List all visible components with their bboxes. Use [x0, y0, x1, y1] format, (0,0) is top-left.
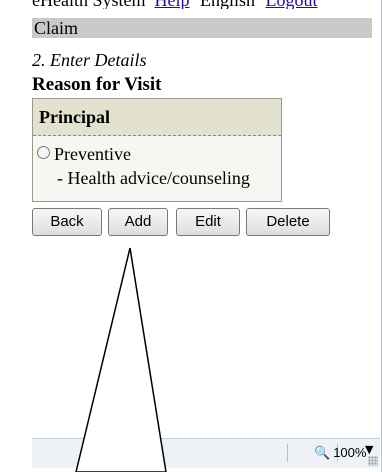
- preventive-option[interactable]: Preventive: [37, 143, 131, 165]
- system-name: eHealth System: [32, 0, 150, 9]
- step-label: 2. Enter Details: [32, 50, 147, 70]
- help-link[interactable]: Help: [155, 0, 190, 9]
- principal-panel: Principal Preventive - Health advice/cou…: [32, 98, 282, 202]
- add-button[interactable]: Add: [108, 208, 168, 236]
- suboption-label: - Health advice/counseling: [57, 168, 250, 188]
- zoom-level: 100%: [333, 445, 367, 460]
- status-separator: [287, 444, 288, 462]
- principal-heading: Principal: [33, 99, 281, 136]
- triangle-down-icon[interactable]: ▼: [365, 443, 373, 456]
- edit-button[interactable]: Edit: [176, 208, 240, 236]
- zoom-control[interactable]: 🔍 100%: [314, 444, 366, 462]
- status-bar: 🔍 100% ▼: [32, 438, 380, 468]
- delete-button[interactable]: Delete: [246, 208, 330, 236]
- resize-grip-icon[interactable]: [368, 456, 378, 466]
- radio-button[interactable]: [37, 146, 50, 159]
- claim-bar: Claim: [32, 18, 372, 38]
- browser-window: eHealth System Help English Logout Claim…: [0, 0, 382, 472]
- back-button[interactable]: Back: [32, 208, 102, 236]
- preventive-label: Preventive: [54, 144, 131, 164]
- language-label: English: [200, 0, 255, 9]
- magnifier-icon: 🔍: [314, 445, 331, 460]
- logout-link[interactable]: Logout: [266, 0, 318, 9]
- top-links-bar: eHealth System Help English Logout: [32, 0, 362, 9]
- section-title: Reason for Visit: [32, 74, 162, 95]
